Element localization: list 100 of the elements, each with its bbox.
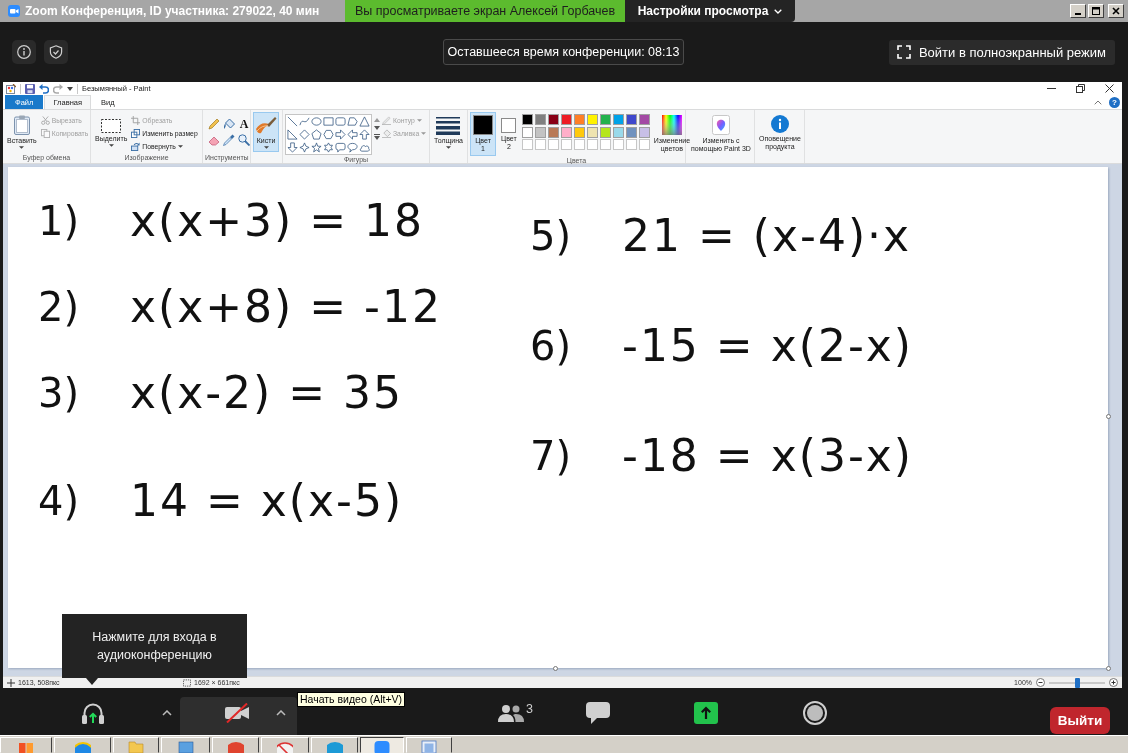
shield-icon — [49, 45, 63, 59]
left-arrow-icon[interactable] — [347, 129, 358, 140]
resize-handle-icon[interactable] — [1106, 666, 1111, 671]
pentagon-icon[interactable] — [311, 129, 322, 140]
color-swatch-icon[interactable] — [599, 114, 611, 125]
caret-icon — [421, 131, 427, 135]
color-swatch-icon[interactable] — [521, 126, 533, 138]
share-screen-button[interactable] — [693, 702, 718, 724]
polygon-icon[interactable] — [347, 116, 358, 127]
equation-number: 2) — [38, 283, 81, 332]
color-swatch-icon[interactable] — [547, 114, 559, 125]
participants-button[interactable]: 3 — [498, 702, 533, 722]
oval-callout-icon[interactable] — [347, 142, 358, 153]
pencil-icon[interactable] — [208, 118, 220, 130]
chevron-down-icon — [774, 8, 783, 14]
six-point-star-icon[interactable] — [323, 142, 334, 153]
up-arrow-icon[interactable] — [359, 129, 370, 140]
caret-icon[interactable] — [67, 86, 73, 91]
caret-icon — [108, 144, 114, 147]
color-swatch-icon[interactable] — [625, 114, 637, 125]
eraser-icon[interactable] — [208, 134, 220, 146]
no-entry-icon — [277, 740, 293, 753]
remaining-time: Оставшееся время конференции: 08:13 — [442, 39, 685, 65]
zoom-out-icon[interactable] — [1036, 678, 1045, 687]
color-swatch-icon[interactable] — [534, 114, 546, 125]
minimize-icon — [1047, 88, 1056, 89]
color-swatch-icon[interactable] — [638, 126, 650, 138]
color-swatch-icon[interactable] — [625, 126, 637, 138]
paintbrush-icon — [255, 115, 277, 135]
record-button[interactable] — [802, 701, 827, 725]
chat-button[interactable] — [585, 702, 610, 724]
right-arrow-icon[interactable] — [335, 129, 346, 140]
diamond-icon[interactable] — [299, 129, 310, 140]
handwritten-equation: x(x+3) = 18 — [130, 194, 425, 248]
curve-icon[interactable] — [299, 116, 310, 127]
magnifier-icon[interactable] — [238, 134, 250, 146]
handwritten-equation: x(x-2) = 35 — [130, 366, 404, 420]
image-size-icon — [183, 678, 191, 687]
caret-icon — [416, 118, 422, 122]
close-button[interactable] — [1108, 4, 1124, 18]
hexagon-icon[interactable] — [323, 129, 334, 140]
down-arrow-icon[interactable] — [287, 142, 298, 153]
crosshair-icon — [7, 678, 15, 687]
help-button[interactable]: ? — [1109, 96, 1120, 108]
handwritten-equation: -15 = x(2-x) — [622, 319, 913, 373]
color-swatch-icon[interactable] — [573, 114, 585, 125]
maximize-button[interactable] — [1088, 4, 1104, 18]
star-icon[interactable] — [311, 142, 322, 153]
globe-icon — [74, 740, 91, 753]
color-swatch-icon[interactable] — [560, 126, 572, 138]
more-icon[interactable] — [374, 134, 380, 140]
palette-icon[interactable] — [6, 83, 16, 94]
scroll-up-icon[interactable] — [374, 118, 380, 122]
tooltip: Начать видео (Alt+V) — [297, 692, 406, 707]
record-icon — [802, 701, 827, 725]
color-swatch-icon[interactable] — [521, 114, 533, 125]
cloud-callout-icon[interactable] — [359, 142, 370, 153]
triangle-icon[interactable] — [359, 116, 370, 127]
leave-button[interactable]: Выйти — [1050, 707, 1110, 734]
handwritten-equation: 21 = (x-4)·x — [622, 209, 912, 263]
color-spectrum-icon — [661, 115, 682, 135]
resize-handle-icon[interactable] — [553, 666, 558, 671]
scroll-down-icon[interactable] — [374, 126, 380, 130]
color-swatch-icon[interactable] — [586, 114, 598, 125]
fullscreen-button[interactable]: Войти в полноэкранный режим — [888, 39, 1115, 65]
chevron-up-icon[interactable] — [1094, 99, 1102, 105]
rounded-callout-icon[interactable] — [335, 142, 346, 153]
caret-icon — [446, 146, 451, 149]
equation-number: 5) — [530, 212, 573, 261]
security-button[interactable] — [44, 40, 68, 64]
four-point-star-icon[interactable] — [299, 142, 310, 153]
color-swatch-icon[interactable] — [612, 126, 624, 138]
minimize-button[interactable] — [1070, 4, 1086, 18]
resize-icon — [131, 128, 141, 138]
window-title: Zoom Конференция, ID участника: 279022, 40 мин — [25, 4, 320, 18]
undo-icon[interactable] — [39, 83, 49, 94]
rectangle-icon[interactable] — [323, 116, 334, 127]
equation-number: 4) — [38, 477, 81, 526]
text-tool-button[interactable]: A — [239, 118, 249, 130]
color-swatch-icon[interactable] — [638, 114, 650, 125]
right-triangle-icon[interactable] — [287, 129, 298, 140]
color-picker-icon[interactable] — [223, 134, 235, 146]
color-swatch-icon[interactable] — [560, 114, 572, 125]
info-button[interactable] — [12, 40, 36, 64]
zoom-in-icon[interactable] — [1109, 678, 1118, 687]
color-swatch-icon[interactable] — [534, 126, 546, 138]
pen-icon — [382, 115, 391, 125]
color-swatch-icon[interactable] — [586, 126, 598, 138]
slider-thumb[interactable] — [1075, 677, 1080, 688]
view-options-button[interactable]: Настройки просмотра — [625, 0, 795, 22]
save-icon[interactable] — [25, 83, 35, 94]
paint-bucket-icon[interactable] — [223, 118, 235, 130]
taskbar-button[interactable] — [360, 737, 404, 753]
color-swatch-icon[interactable] — [612, 114, 624, 125]
color-swatch-icon[interactable] — [547, 126, 559, 138]
info-icon — [17, 45, 31, 59]
line-icon[interactable] — [287, 116, 298, 127]
color-swatch-icon[interactable] — [599, 126, 611, 138]
color-swatch-icon[interactable] — [573, 126, 585, 138]
resize-handle-icon[interactable] — [1106, 414, 1111, 419]
